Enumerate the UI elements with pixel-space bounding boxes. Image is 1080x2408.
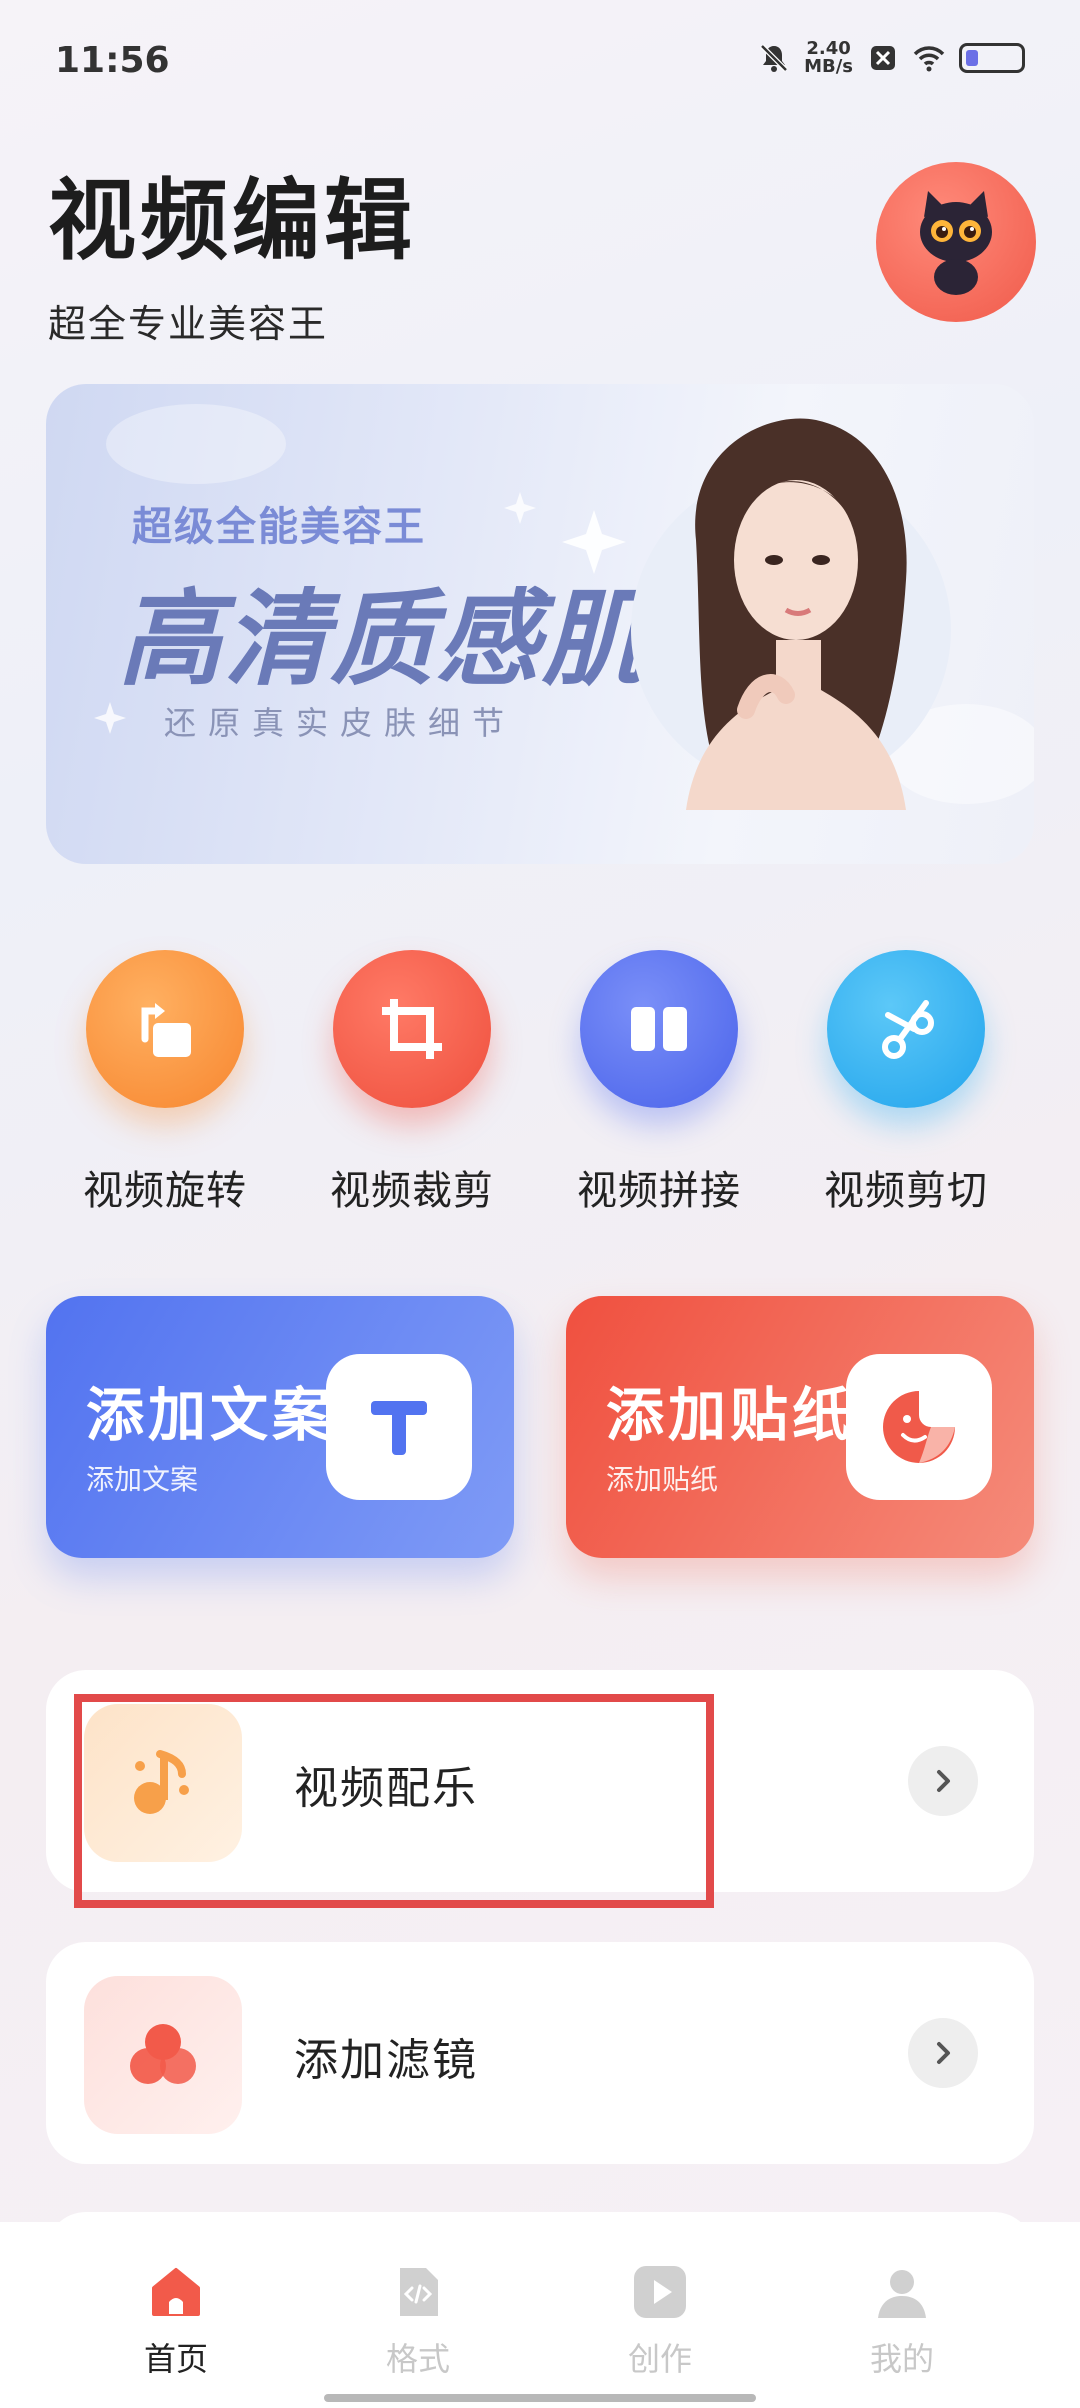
battery-icon bbox=[959, 43, 1025, 73]
tool-label: 视频拼接 bbox=[577, 1168, 741, 1214]
status-bar: 11:56 2.40 MB/s bbox=[0, 0, 1080, 120]
person-icon bbox=[878, 2270, 926, 2318]
rotate-icon bbox=[141, 1003, 191, 1057]
tool-circle bbox=[580, 950, 738, 1108]
tab-format[interactable]: 格式 bbox=[328, 2262, 508, 2380]
model-portrait-image bbox=[631, 418, 951, 810]
header: 视频编辑 超全专业美容王 bbox=[48, 150, 416, 348]
code-file-icon bbox=[400, 2268, 438, 2316]
wifi-icon bbox=[913, 46, 945, 72]
tool-circle bbox=[333, 950, 491, 1108]
tool-video-cut[interactable]: 视频剪切 bbox=[791, 950, 1021, 1216]
crop-icon bbox=[382, 999, 442, 1059]
tool-video-splice[interactable]: 视频拼接 bbox=[544, 950, 774, 1216]
tab-label: 我的 bbox=[869, 2340, 934, 2378]
page-subtitle: 超全专业美容王 bbox=[48, 302, 329, 346]
tool-video-crop[interactable]: 视频裁剪 bbox=[297, 950, 527, 1216]
chevron-right-icon[interactable] bbox=[908, 2018, 978, 2088]
tab-label: 首页 bbox=[143, 2340, 208, 2378]
tool-label: 视频裁剪 bbox=[330, 1168, 494, 1214]
tool-video-rotate[interactable]: 视频旋转 bbox=[50, 950, 280, 1216]
card-icon-box bbox=[846, 1354, 992, 1500]
tool-label: 视频旋转 bbox=[83, 1168, 247, 1214]
scissors-icon bbox=[882, 1000, 934, 1059]
tab-home[interactable]: 首页 bbox=[86, 2262, 266, 2380]
banner-caption: 还原真实皮肤细节 bbox=[164, 704, 517, 742]
tool-label: 视频剪切 bbox=[824, 1168, 988, 1214]
list-icon-box bbox=[84, 1976, 242, 2134]
card-subtitle: 添加贴纸 bbox=[606, 1463, 719, 1496]
home-indicator[interactable] bbox=[324, 2394, 756, 2402]
card-subtitle: 添加文案 bbox=[86, 1463, 199, 1496]
list-item-add-filter[interactable]: 添加滤镜 bbox=[46, 1942, 1034, 2164]
tool-circle bbox=[827, 950, 985, 1108]
banner-tag: 超级全能美容王 bbox=[132, 504, 426, 550]
status-icons: 2.40 MB/s bbox=[758, 40, 1025, 76]
tab-label: 创作 bbox=[627, 2340, 692, 2378]
tab-label: 格式 bbox=[385, 2340, 450, 2378]
filter-icon bbox=[130, 2024, 196, 2084]
home-icon bbox=[152, 2268, 200, 2316]
text-t-icon bbox=[371, 1401, 427, 1455]
splice-icon bbox=[631, 1007, 687, 1051]
sticker-icon bbox=[883, 1391, 955, 1463]
tab-mine[interactable]: 我的 bbox=[812, 2262, 992, 2380]
page-title: 视频编辑 bbox=[48, 169, 417, 272]
promo-banner[interactable]: 超级全能美容王 高清质感肌 还原真实皮肤细节 bbox=[46, 384, 1034, 864]
tab-create[interactable]: 创作 bbox=[570, 2262, 750, 2380]
bottom-tab-bar: 首页 格式 创作 我的 bbox=[0, 2222, 1080, 2408]
feature-cards: 添加文案 添加文案 添加贴纸 添加贴纸 bbox=[46, 1296, 1034, 1558]
data-off-icon bbox=[871, 46, 895, 70]
status-time: 11:56 bbox=[55, 40, 170, 81]
bell-off-icon bbox=[760, 44, 788, 72]
selection-highlight bbox=[74, 1694, 714, 1908]
add-caption-card[interactable]: 添加文案 添加文案 bbox=[46, 1296, 514, 1558]
banner-headline: 高清质感肌 bbox=[118, 578, 649, 700]
network-speed: 2.40 MB/s bbox=[804, 38, 853, 77]
card-icon-box bbox=[326, 1354, 472, 1500]
play-icon bbox=[634, 2266, 686, 2318]
tool-circle bbox=[86, 950, 244, 1108]
card-title: 添加文案 bbox=[86, 1381, 335, 1449]
avatar[interactable] bbox=[876, 162, 1036, 322]
tools-row: 视频旋转 视频裁剪 视频拼接 视频剪切 bbox=[0, 950, 1080, 1230]
add-sticker-card[interactable]: 添加贴纸 添加贴纸 bbox=[566, 1296, 1034, 1558]
list-item-label: 添加滤镜 bbox=[294, 2035, 478, 2086]
chevron-right-icon[interactable] bbox=[908, 1746, 978, 1816]
cat-mascot-icon bbox=[920, 191, 992, 295]
card-title: 添加贴纸 bbox=[606, 1381, 855, 1449]
